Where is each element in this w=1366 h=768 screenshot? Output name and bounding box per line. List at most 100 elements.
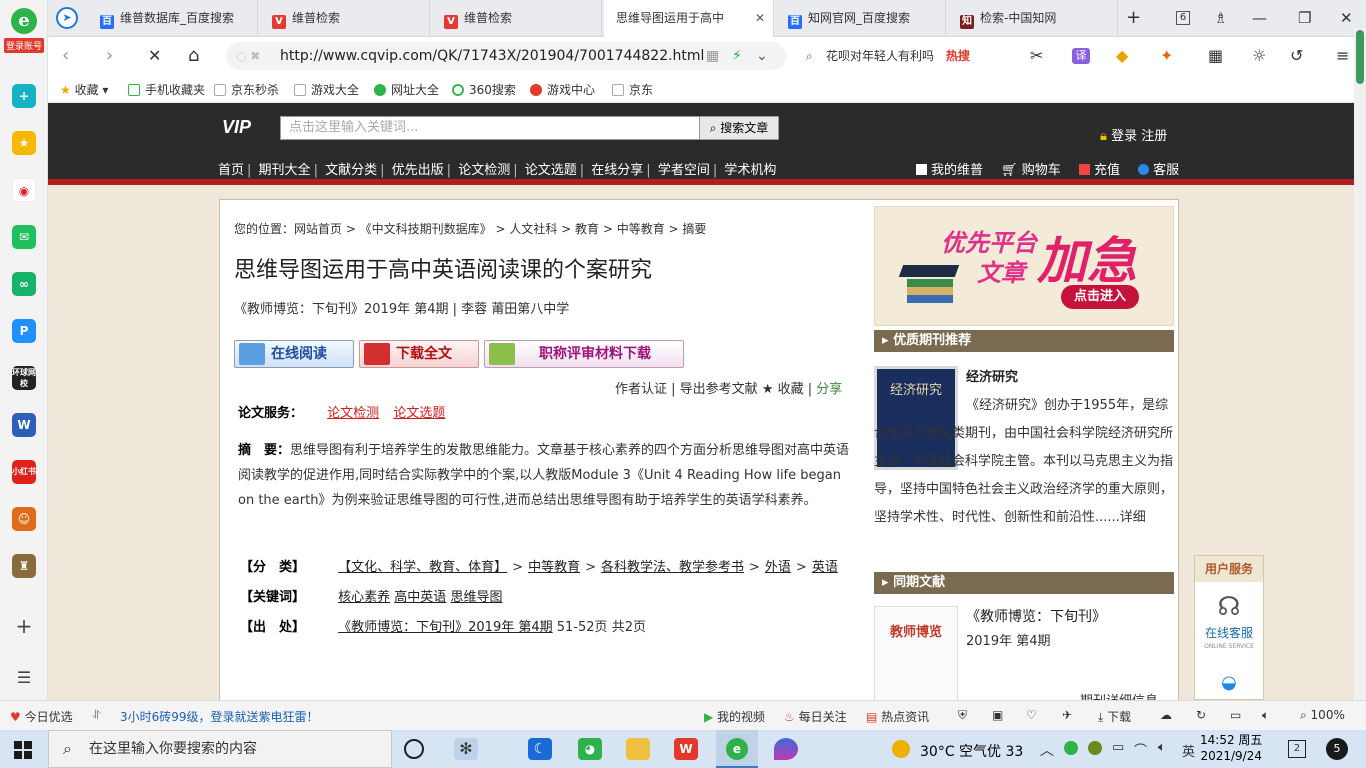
bookmark-games[interactable]: 游戏大全	[294, 81, 359, 98]
scissors-icon[interactable]: ✂	[1030, 46, 1043, 66]
user-service-widget[interactable]: 用户服务 ☊ 在线客服 ONLINE SERVICE ◒	[1194, 555, 1264, 700]
hot-search-badge[interactable]: 热搜	[946, 49, 970, 63]
forward-icon[interactable]: ›	[106, 46, 113, 66]
image-icon[interactable]: ▣	[992, 708, 1003, 722]
my-weipu-link[interactable]: 我的维普	[916, 163, 983, 178]
download-arrow-icon[interactable]: ⥯	[92, 708, 101, 723]
service-check-link[interactable]: 论文检测	[327, 406, 379, 421]
priority-banner[interactable]: 优先平台 文章 加急 点击进入	[874, 206, 1174, 326]
my-video[interactable]: ▶ 我的视频	[704, 708, 765, 725]
site-search-button[interactable]: ⌕ 搜索文章	[699, 116, 779, 140]
zoom-level[interactable]: ⌕ 100%	[1300, 708, 1345, 723]
cloud-icon[interactable]: ☁	[1160, 708, 1172, 722]
colorful-app-icon[interactable]	[774, 738, 798, 760]
nav-categories[interactable]: 文献分类	[325, 163, 377, 178]
qq-icon[interactable]: ◒	[1195, 672, 1263, 693]
plus-tray-icon[interactable]	[1088, 741, 1102, 755]
brightness-icon[interactable]: ☼	[1252, 46, 1266, 66]
article-meta[interactable]: 《教师博览：下旬刊》2019年 第4期 | 李蓉 莆田第八中学	[234, 298, 569, 317]
collect-link[interactable]: ★ 收藏	[762, 382, 804, 397]
qr-icon[interactable]: ▦	[706, 42, 719, 70]
tab-active-article[interactable]: 思维导图运用于高中 ✕	[604, 0, 774, 38]
system-clock[interactable]: 14:52 周五 2021/9/24	[1200, 732, 1262, 764]
vip-logo[interactable]: VIP	[222, 117, 251, 138]
stop-icon[interactable]: ✕	[148, 46, 161, 66]
recharge-link[interactable]: 充值	[1078, 163, 1120, 178]
weibo-icon[interactable]: ◉	[12, 178, 36, 202]
same-issue-cover[interactable]: 教师博览	[874, 606, 958, 700]
chevron-up-icon[interactable]: ︿	[1040, 740, 1054, 760]
refresh-icon[interactable]: ↻	[1196, 708, 1206, 722]
green-tray-icon[interactable]	[1064, 741, 1078, 755]
register-link[interactable]: 注册	[1141, 129, 1167, 144]
battery-icon[interactable]: ▭	[1112, 740, 1124, 755]
translate-icon[interactable]: 译	[1072, 48, 1090, 64]
export-ref-link[interactable]: 导出参考文献	[680, 382, 758, 397]
tab-baidu-cnki[interactable]: 百知网官网_百度搜索	[776, 0, 946, 37]
shirt-skin-icon[interactable]: ♗	[1214, 9, 1227, 27]
chevron-down-icon[interactable]: ⌄	[756, 42, 768, 70]
class-link[interactable]: 【文化、科学、教育、体育】	[338, 560, 507, 575]
breadcrumb[interactable]: 您的位置：网站首页 > 《中文科技期刊数据库》 > 人文社科 > 教育 > 中等…	[234, 220, 706, 237]
journal-detail-link[interactable]: 期刊详细信息	[1080, 690, 1158, 700]
close-window-icon[interactable]: ✕	[1340, 9, 1353, 27]
nav-scholar-space[interactable]: 学者空间	[658, 163, 710, 178]
weather-text[interactable]: 30°C 空气优 33	[920, 741, 1023, 761]
page-scrollbar[interactable]	[1354, 28, 1366, 700]
shield-icon[interactable]: ⛨	[958, 708, 967, 723]
title-material-download-button[interactable]: 职称评审材料下载	[484, 340, 684, 368]
tab-baidu-weipu[interactable]: 百维普数据库_百度搜索	[88, 0, 258, 37]
hot-news[interactable]: ▤ 热点资讯	[866, 708, 929, 725]
tab-cnki[interactable]: 知检索-中国知网	[948, 0, 1118, 37]
account-login-label[interactable]: 登录账号	[4, 38, 44, 53]
bookmark-360-search[interactable]: 360搜索	[452, 81, 516, 98]
daily-follow[interactable]: ♨ 每日关注	[784, 708, 847, 725]
menu-icon[interactable]: ≡	[1336, 46, 1349, 66]
tab-weipu-1[interactable]: V 维普检索	[260, 0, 430, 37]
keyword-link[interactable]: 高中英语	[394, 590, 446, 605]
download-full-button[interactable]: 下载全文	[359, 340, 479, 368]
site-search-input[interactable]: 点击这里输入关键词...	[280, 116, 700, 140]
star-icon[interactable]: ★	[12, 131, 36, 155]
close-tab-icon[interactable]: ✕	[755, 0, 765, 37]
avatar-game-icon[interactable]: ♜	[12, 554, 36, 578]
keyword-link[interactable]: 思维导图	[450, 590, 502, 605]
bookmark-url-nav[interactable]: 网址大全	[374, 81, 439, 98]
url-input[interactable]: ◌ ✖ http://www.cqvip.com/QK/71743X/20190…	[226, 42, 786, 70]
add-icon[interactable]: +	[12, 84, 36, 108]
same-issue-journal[interactable]: 《教师博览：下旬刊》	[966, 606, 1106, 626]
today-picks[interactable]: ♥ 今日优选	[10, 708, 73, 725]
coin-icon[interactable]: ◆	[1116, 46, 1128, 66]
nav-institutions[interactable]: 学术机构	[724, 163, 776, 178]
scrollbar-thumb[interactable]	[1356, 30, 1364, 84]
keyword-link[interactable]: 核心素养	[338, 590, 390, 605]
xiaohongshu-icon[interactable]: 小红书	[12, 460, 36, 484]
login-link[interactable]: 登录	[1111, 129, 1137, 144]
class-link[interactable]: 各科教学法、教学参考书	[601, 560, 744, 575]
wps-icon[interactable]: W	[674, 738, 698, 760]
browser-logo[interactable]: e 登录账号	[4, 8, 44, 58]
active-browser-taskbar[interactable]: e	[716, 730, 758, 768]
speaker-icon[interactable]: 🔈︎	[1158, 740, 1166, 755]
word-doc-icon[interactable]: W	[12, 413, 36, 437]
wechat-icon[interactable]: ◕	[578, 738, 602, 760]
window-icon[interactable]: ▭	[1230, 708, 1241, 722]
nav-online-share[interactable]: 在线分享	[591, 163, 643, 178]
apps-grid-icon[interactable]: ▦	[1208, 46, 1223, 66]
file-explorer-icon[interactable]	[626, 738, 650, 760]
bookmark-game-center[interactable]: 游戏中心	[530, 81, 595, 98]
game-controller-icon[interactable]: ✦	[1160, 46, 1173, 66]
new-tab-icon[interactable]: +	[1126, 9, 1141, 27]
author-auth-link[interactable]: 作者认证	[615, 382, 667, 397]
tab-count-icon[interactable]: 6	[1176, 11, 1190, 25]
home-icon[interactable]: ⌂	[188, 46, 199, 66]
minimize-icon[interactable]: —	[1252, 9, 1267, 27]
bookmark-jd[interactable]: 京东	[612, 81, 653, 98]
taskbar-search[interactable]: ⌕ 在这里输入你要搜索的内容	[48, 730, 392, 768]
bookmark-favorites[interactable]: ★ 收藏 ▾	[60, 81, 108, 98]
bookmark-jd-seckill[interactable]: 京东秒杀	[214, 81, 279, 98]
journal-name[interactable]: 经济研究	[874, 364, 1174, 392]
windows-start-icon[interactable]	[14, 741, 32, 759]
banner-enter-button[interactable]: 点击进入	[1061, 285, 1139, 309]
navigation-icon[interactable]: ➤	[56, 7, 78, 29]
